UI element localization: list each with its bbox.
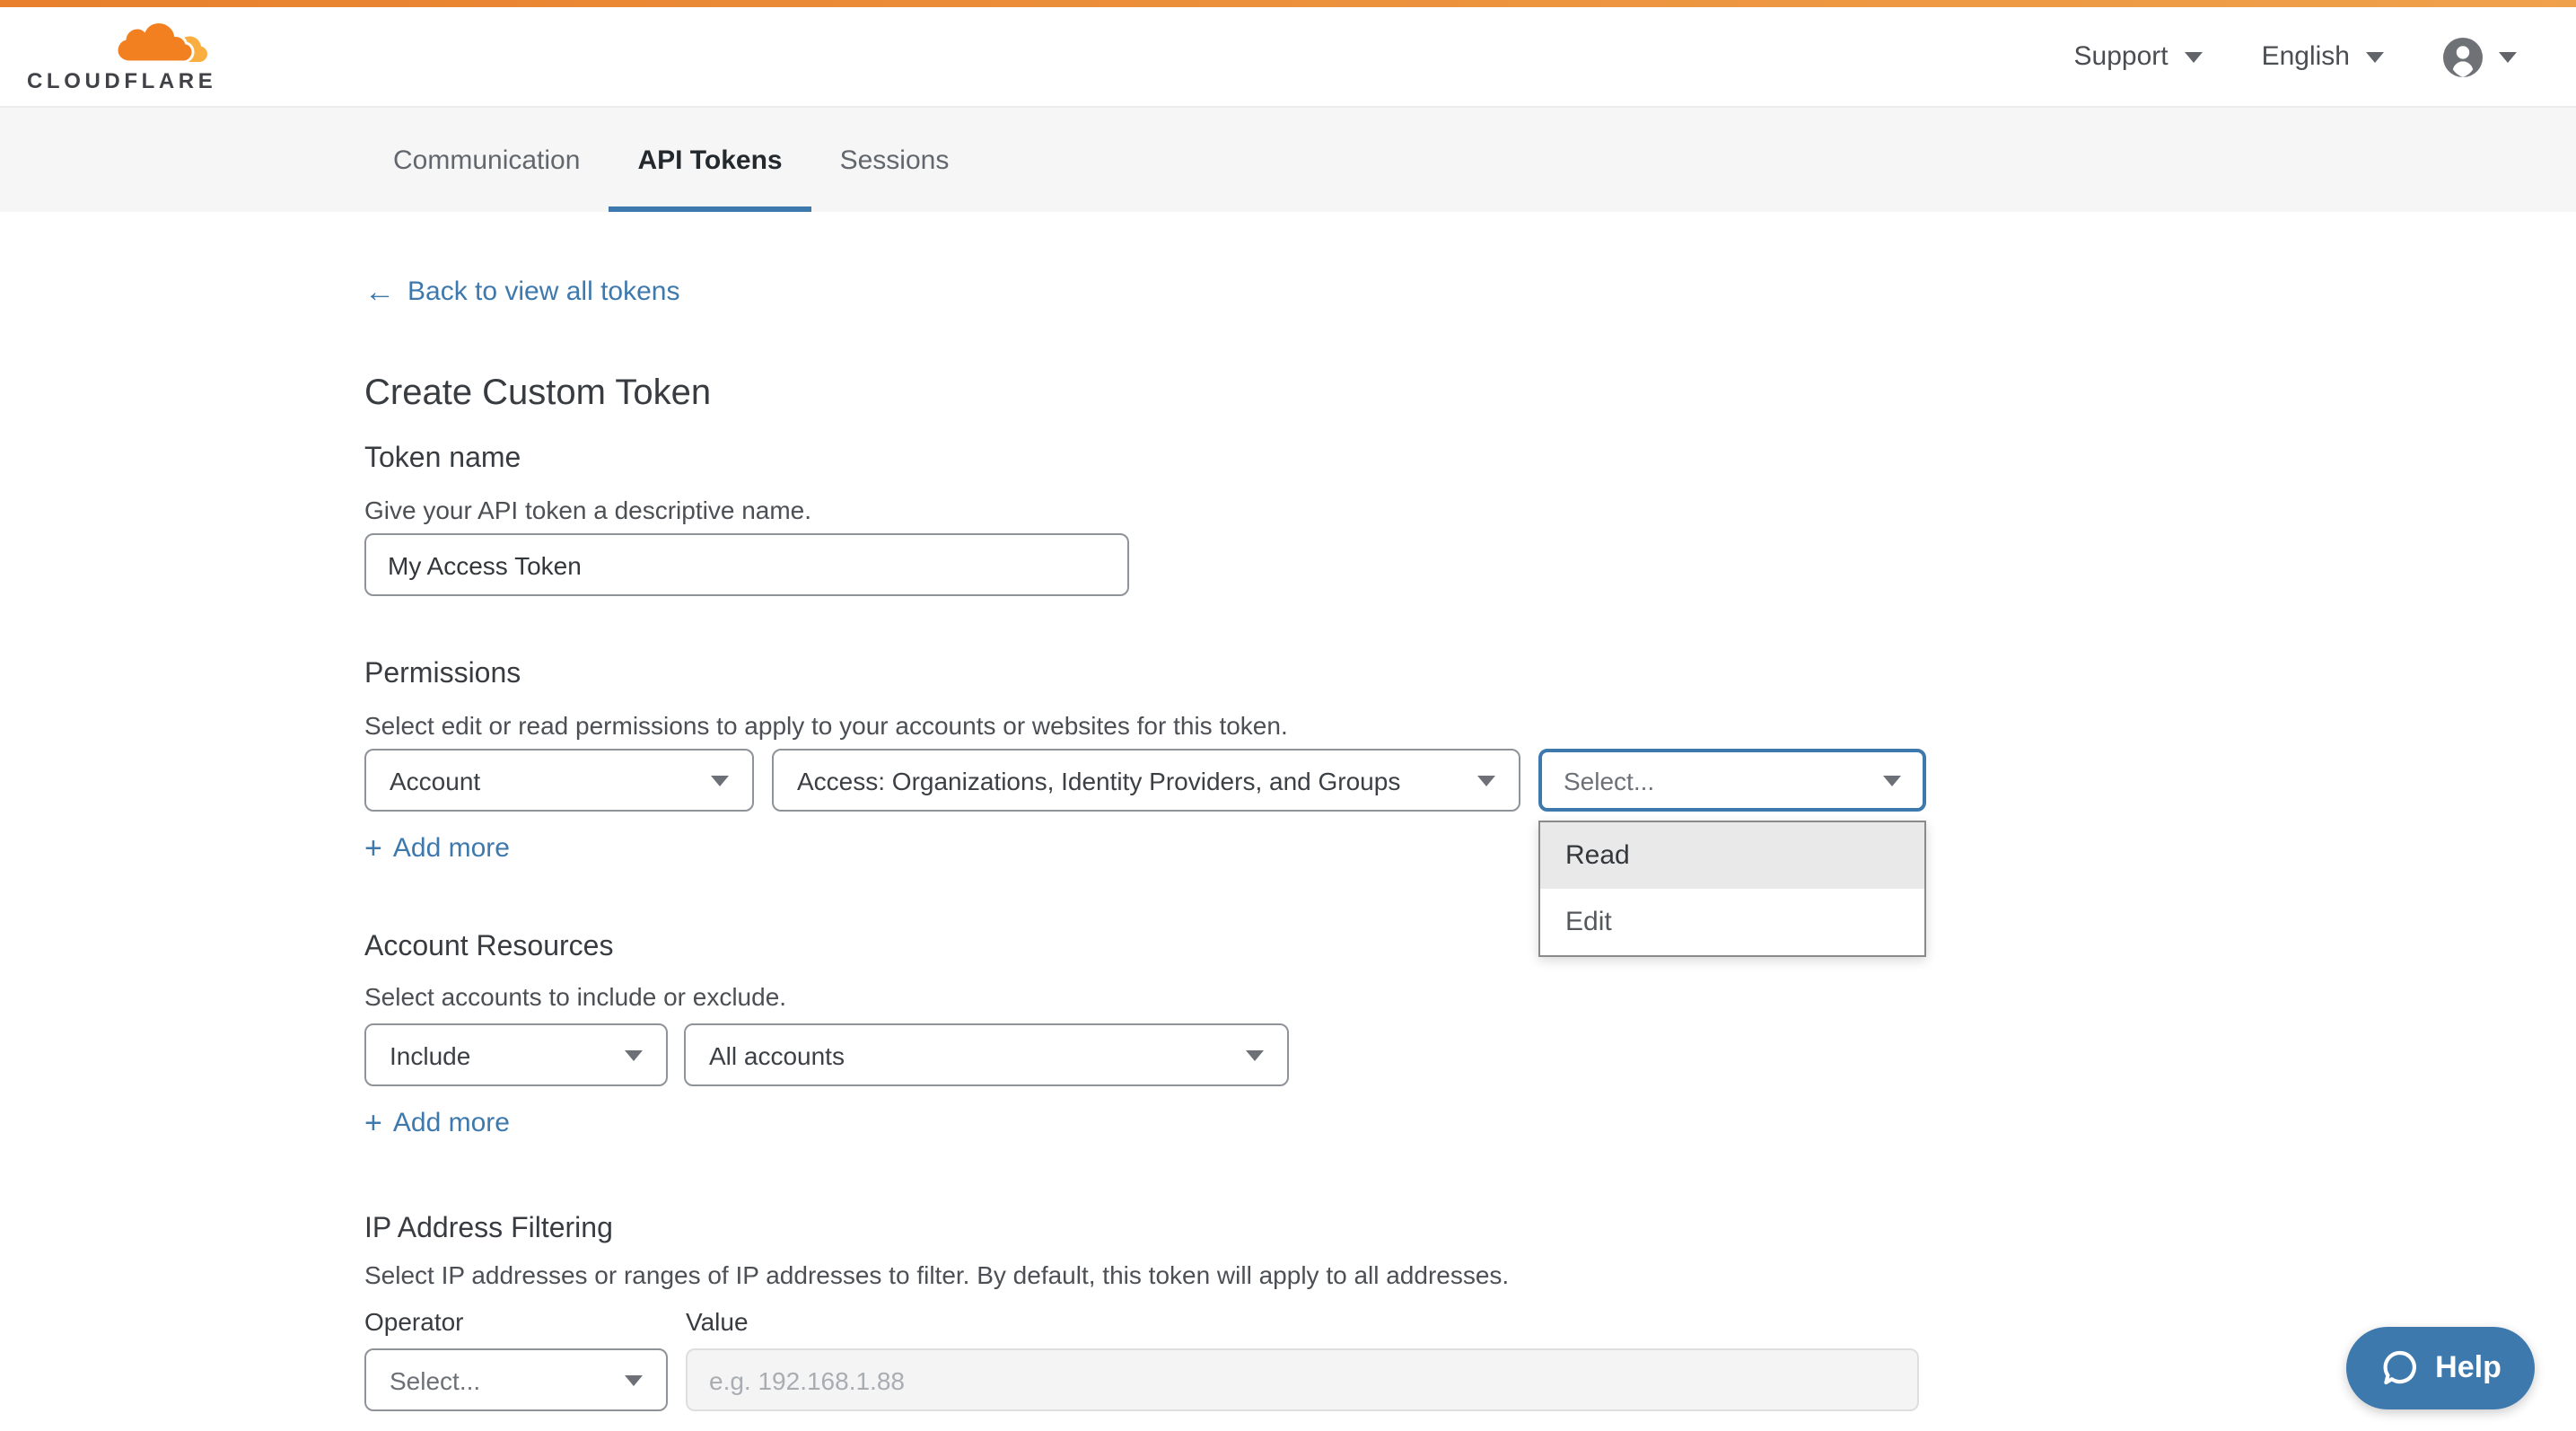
chevron-down-icon [2185,51,2203,62]
permission-level-menu: Read Edit [1538,821,1926,957]
chevron-down-icon [2499,51,2517,62]
ip-operator-select[interactable]: Select... [364,1348,668,1411]
account-scope-value: All accounts [709,1040,845,1069]
cloudflare-logo-text: CLOUDFLARE [27,68,208,93]
language-dropdown[interactable]: English [2262,41,2384,72]
token-name-heading: Token name [364,443,521,476]
support-label: Support [2074,41,2169,72]
add-more-label: Add more [393,1108,510,1138]
tab-api-tokens[interactable]: API Tokens [609,108,810,212]
account-include-value: Include [390,1040,470,1069]
user-avatar-icon [2443,37,2483,76]
cloudflare-logo[interactable]: CLOUDFLARE [27,20,208,93]
permission-level-select[interactable]: Select... [1538,749,1926,812]
chevron-down-icon [1883,775,1901,786]
account-include-select[interactable]: Include [364,1023,668,1086]
tab-bar: Communication API Tokens Sessions [0,106,2576,212]
page: CLOUDFLARE Support English Communic [0,0,2576,1431]
chat-bubble-icon [2379,1348,2419,1388]
back-to-tokens-link[interactable]: ← Back to view all tokens [364,277,680,307]
account-resources-add-more-link[interactable]: + Add more [364,1108,510,1138]
menu-option-read[interactable]: Read [1540,822,1924,889]
help-button-label: Help [2435,1350,2502,1386]
account-scope-select[interactable]: All accounts [684,1023,1289,1086]
ip-filtering-description: Select IP addresses or ranges of IP addr… [364,1260,1509,1289]
chevron-down-icon [1477,775,1495,786]
language-label: English [2262,41,2350,72]
permission-scope-value: Account [390,766,480,795]
permissions-add-more-link[interactable]: + Add more [364,833,510,864]
ip-operator-placeholder: Select... [390,1365,480,1394]
account-resources-heading: Account Resources [364,932,613,964]
permissions-description: Select edit or read permissions to apply… [364,711,1288,740]
brand-orange-bar [0,0,2576,7]
permissions-heading: Permissions [364,659,521,691]
header: CLOUDFLARE Support English [0,7,2576,106]
tab-communication[interactable]: Communication [364,108,609,212]
page-title: Create Custom Token [364,373,711,415]
plus-icon: + [364,833,382,864]
support-dropdown[interactable]: Support [2074,41,2203,72]
header-menu: Support English [2074,7,2518,106]
chevron-down-icon [2366,51,2384,62]
cloudflare-cloud-icon [115,20,208,66]
operator-label: Operator [364,1307,464,1336]
tab-sessions[interactable]: Sessions [811,108,978,212]
chevron-down-icon [625,1049,643,1060]
token-name-input[interactable] [364,533,1129,596]
ip-filtering-heading: IP Address Filtering [364,1214,613,1246]
value-label: Value [686,1307,749,1336]
menu-option-edit[interactable]: Edit [1540,889,1924,955]
token-name-description: Give your API token a descriptive name. [364,496,811,524]
permission-scope-select[interactable]: Account [364,749,754,812]
chevron-down-icon [711,775,729,786]
account-resources-description: Select accounts to include or exclude. [364,982,786,1011]
plus-icon: + [364,1108,382,1138]
chevron-down-icon [625,1374,643,1385]
permission-resource-select[interactable]: Access: Organizations, Identity Provider… [772,749,1520,812]
add-more-label: Add more [393,833,510,864]
permission-level-placeholder: Select... [1564,766,1654,795]
permission-resource-value: Access: Organizations, Identity Provider… [797,766,1400,795]
back-arrow-icon: ← [364,277,395,307]
back-link-label: Back to view all tokens [407,277,680,307]
account-dropdown[interactable] [2443,37,2517,76]
help-button[interactable]: Help [2346,1327,2535,1409]
ip-value-input[interactable] [686,1348,1919,1411]
chevron-down-icon [1246,1049,1264,1060]
